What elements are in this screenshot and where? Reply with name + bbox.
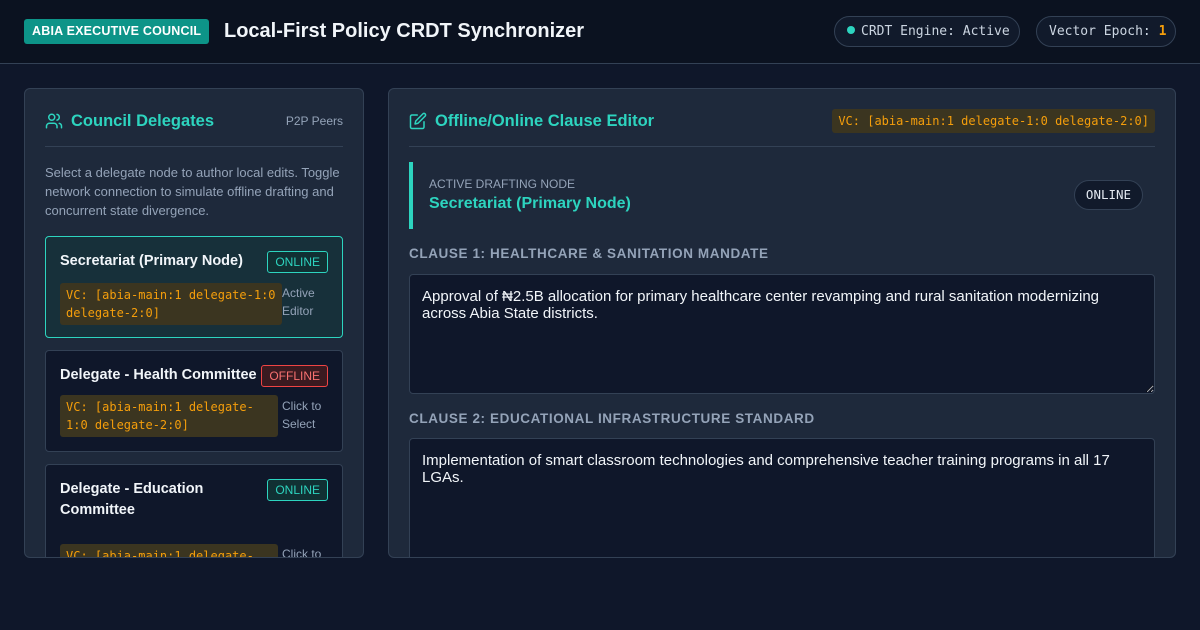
users-icon <box>45 113 63 129</box>
delegate-name: Delegate - Education Committee <box>60 481 204 518</box>
delegate-hint: Click to Select <box>282 547 322 558</box>
editor-panel-title: Offline/Online Clause Editor <box>435 112 655 130</box>
delegates-intro-text: Select a delegate node to author local e… <box>45 165 340 218</box>
delegate-hint: Click to Select <box>282 399 322 431</box>
app-title: Local-First Policy CRDT Synchronizer <box>224 20 585 42</box>
epoch-label: Vector Epoch: <box>1049 24 1151 39</box>
status-badge[interactable]: OFFLINE <box>261 365 328 387</box>
delegates-panel-title: Council Delegates <box>71 112 215 130</box>
engine-status-text: CRDT Engine: Active <box>861 24 1010 39</box>
engine-status-pill: CRDT Engine: Active <box>834 16 1020 47</box>
clause-1-textarea[interactable]: Approval of ₦2.5B allocation for primary… <box>409 274 1155 394</box>
vector-epoch-pill: Vector Epoch: 1 <box>1036 16 1176 47</box>
delegate-card-education-committee[interactable]: Delegate - Education Committee ONLINE VC… <box>45 464 343 558</box>
active-drafting-node: ACTIVE DRAFTING NODE Secretariat (Primar… <box>409 162 1155 229</box>
delegate-card-secretariat[interactable]: Secretariat (Primary Node) ONLINE VC: [a… <box>45 236 343 338</box>
delegate-card-health-committee[interactable]: Delegate - Health Committee OFFLINE VC: … <box>45 350 343 452</box>
delegates-panel: Council Delegates P2P Peers Select a del… <box>24 88 364 558</box>
clause-1-label: CLAUSE 1: HEALTHCARE & SANITATION MANDAT… <box>409 246 769 261</box>
delegate-name: Delegate - Health Committee <box>60 367 257 383</box>
delegate-name: Secretariat (Primary Node) <box>60 253 243 269</box>
p2p-peers-label: P2P Peers <box>285 114 343 128</box>
editor-panel-header: Offline/Online Clause Editor VC: [abia-m… <box>409 109 1155 147</box>
network-toggle-button[interactable]: ONLINE <box>1074 180 1143 210</box>
status-dot-icon <box>847 26 855 34</box>
edit-icon <box>409 112 427 130</box>
clause-2-textarea[interactable]: Implementation of smart classroom techno… <box>409 438 1155 557</box>
delegate-hint: Active Editor <box>282 286 315 318</box>
clause-editor-panel: Offline/Online Clause Editor VC: [abia-m… <box>388 88 1176 558</box>
status-badge[interactable]: ONLINE <box>267 251 328 273</box>
vector-clock-readout: VC: [abia-main:1 delegate-1:0 delegate-2… <box>60 283 282 325</box>
clause-2-label: CLAUSE 2: EDUCATIONAL INFRASTRUCTURE STA… <box>409 411 815 426</box>
brand-badge: ABIA EXECUTIVE COUNCIL <box>24 19 210 44</box>
active-node-name: Secretariat (Primary Node) <box>429 195 631 212</box>
status-badge[interactable]: ONLINE <box>267 479 328 501</box>
vector-clock-readout: VC: [abia-main:1 delegate-1:0 delegate-2… <box>60 544 278 557</box>
editor-vector-clock: VC: [abia-main:1 delegate-1:0 delegate-2… <box>832 109 1155 133</box>
app-header: ABIA EXECUTIVE COUNCIL Local-First Polic… <box>0 0 1200 64</box>
vector-clock-readout: VC: [abia-main:1 delegate-1:0 delegate-2… <box>60 395 278 437</box>
epoch-value: 1 <box>1158 24 1167 39</box>
active-node-label: ACTIVE DRAFTING NODE <box>429 177 576 191</box>
delegates-panel-header: Council Delegates P2P Peers <box>45 109 343 147</box>
